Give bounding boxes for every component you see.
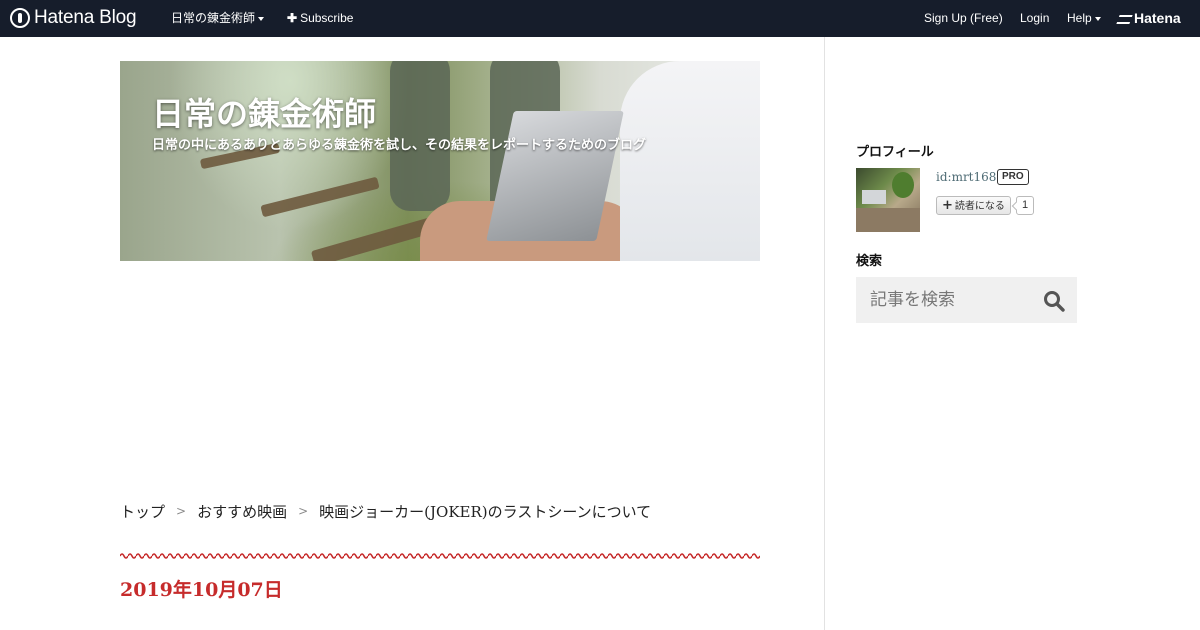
blog-menu-label: 日常の錬金術師 bbox=[171, 11, 256, 25]
bench-decoration bbox=[260, 176, 380, 218]
blog-title[interactable]: 日常の錬金術師 bbox=[152, 89, 376, 135]
search-input[interactable] bbox=[856, 277, 1036, 323]
caret-down-icon bbox=[258, 16, 265, 21]
subscribe-label: Subscribe bbox=[300, 11, 354, 25]
profile-id-link[interactable]: id:mrt168 bbox=[936, 170, 996, 184]
blog-header[interactable]: 日常の錬金術師 日常の中にあるありとあらゆる錬金術を試し、その結果をレポートする… bbox=[120, 61, 760, 261]
table-decoration bbox=[856, 208, 920, 232]
breadcrumb-separator: > bbox=[298, 504, 309, 518]
hatena-blog-logo[interactable]: Hatena Blog bbox=[10, 7, 137, 29]
plus-icon: + bbox=[942, 198, 953, 213]
breadcrumb-current: 映画ジョーカー(JOKER)のラストシーンについて bbox=[319, 502, 652, 521]
sidebar-divider bbox=[824, 37, 825, 630]
hatena-label: Hatena bbox=[1134, 10, 1181, 26]
help-label: Help bbox=[1067, 11, 1092, 25]
breadcrumb: トップ > おすすめ映画 > 映画ジョーカー(JOKER)のラストシーンについて bbox=[120, 500, 651, 522]
plant-decoration bbox=[892, 172, 914, 198]
wavy-divider bbox=[120, 551, 760, 561]
laptop-decoration bbox=[862, 190, 886, 204]
person-decoration bbox=[620, 61, 760, 261]
profile-module-title: プロフィール bbox=[856, 145, 934, 160]
blog-description: 日常の中にあるありとあらゆる錬金術を試し、その結果をレポートするためのブログ bbox=[152, 138, 647, 153]
reader-button-label: 読者になる bbox=[954, 201, 1005, 212]
avatar[interactable] bbox=[856, 168, 920, 232]
breadcrumb-top[interactable]: トップ bbox=[120, 501, 165, 522]
signup-link[interactable]: Sign Up (Free) bbox=[924, 0, 1003, 37]
entry-date[interactable]: 2019年10月07日 bbox=[120, 575, 283, 602]
help-dropdown[interactable]: Help bbox=[1067, 0, 1101, 37]
breadcrumb-separator: > bbox=[176, 504, 187, 518]
hatena-mark-icon bbox=[1116, 14, 1133, 24]
plus-icon: ✚ bbox=[287, 11, 298, 25]
reader-count: 1 bbox=[1016, 196, 1035, 215]
blog-menu-dropdown[interactable]: 日常の錬金術師 bbox=[171, 0, 265, 37]
pro-badge[interactable]: PRO bbox=[997, 169, 1029, 185]
search-icon[interactable] bbox=[1043, 290, 1065, 312]
subscribe-button[interactable]: ✚ Subscribe bbox=[287, 0, 353, 37]
caret-down-icon bbox=[1094, 16, 1101, 21]
hatena-link[interactable]: Hatena bbox=[1116, 0, 1181, 37]
subscribe-reader-button[interactable]: + 読者になる bbox=[936, 196, 1011, 215]
hatena-logo-icon bbox=[10, 8, 30, 28]
breadcrumb-category[interactable]: おすすめ映画 bbox=[197, 501, 287, 522]
global-header: Hatena Blog 日常の錬金術師 ✚ Subscribe Sign Up (… bbox=[0, 0, 1200, 37]
logo-text: Hatena Blog bbox=[34, 7, 137, 28]
login-link[interactable]: Login bbox=[1020, 0, 1049, 37]
search-module-title: 検索 bbox=[856, 254, 883, 269]
